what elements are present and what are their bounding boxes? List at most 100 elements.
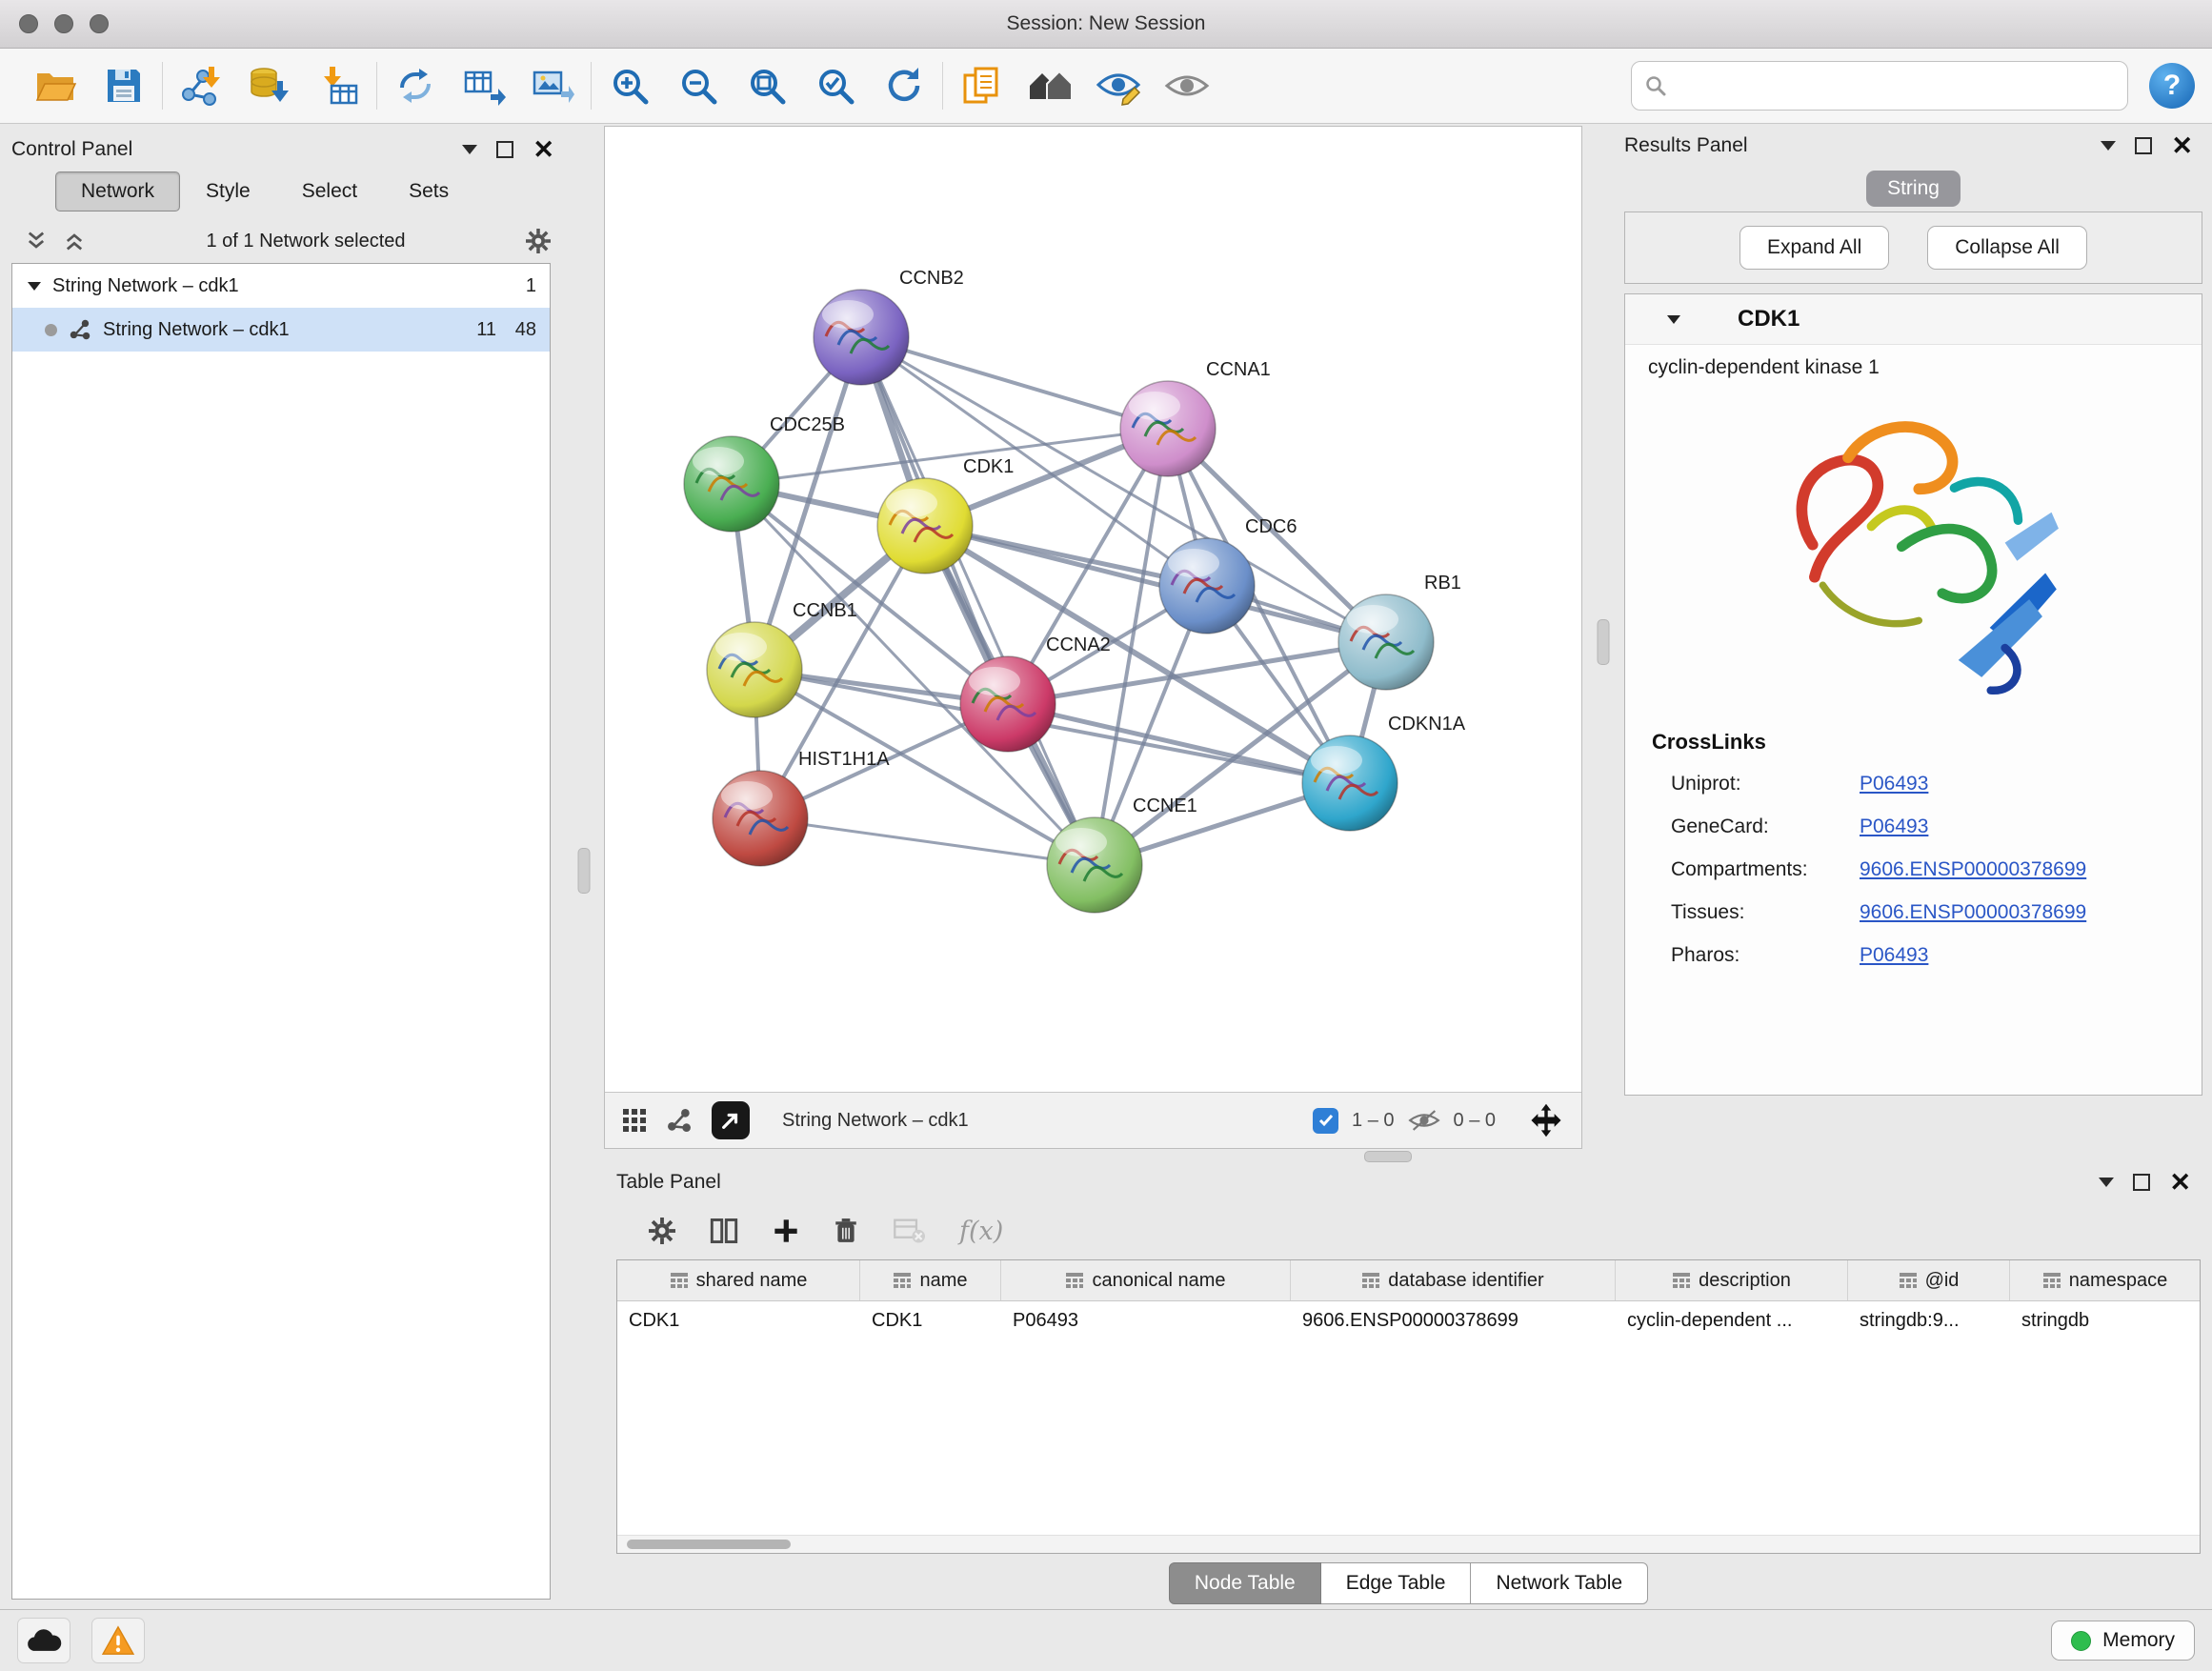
zoom-in-icon[interactable]: [607, 63, 653, 109]
edge-CDK1-RB1[interactable]: [925, 526, 1386, 642]
float-panel-icon[interactable]: [496, 141, 513, 158]
expand-all-button[interactable]: Expand All: [1739, 226, 1889, 270]
tree-expand-icon[interactable]: [28, 282, 41, 291]
tab-style[interactable]: Style: [180, 171, 276, 211]
control-panel-tabs: Network Style Select Sets: [55, 171, 564, 211]
splitter-handle[interactable]: [1364, 1151, 1412, 1162]
edge-CCNA2-CDKN1A[interactable]: [1008, 704, 1350, 783]
minimize-window-button[interactable]: [54, 14, 73, 33]
import-network-file-icon[interactable]: [178, 63, 224, 109]
grid-icon[interactable]: [622, 1108, 647, 1133]
open-in-window-icon[interactable]: [712, 1101, 750, 1139]
panel-menu-icon[interactable]: [2101, 141, 2116, 151]
column-header[interactable]: shared name: [617, 1260, 860, 1300]
save-session-icon[interactable]: [101, 63, 147, 109]
main-toolbar: ?: [0, 49, 2212, 124]
column-header[interactable]: name: [860, 1260, 1001, 1300]
close-panel-icon[interactable]: ✕: [2169, 1170, 2191, 1196]
crosslink-pharos[interactable]: P06493: [1860, 944, 1928, 967]
help-icon[interactable]: ?: [2149, 63, 2195, 109]
columns-icon[interactable]: [710, 1218, 738, 1244]
string-tab[interactable]: String: [1866, 171, 1961, 207]
import-network-database-icon[interactable]: [247, 63, 292, 109]
crosslink-label: Pharos:: [1671, 944, 1860, 967]
function-builder-icon[interactable]: f(x): [959, 1217, 1003, 1246]
node-CDK1[interactable]: CDK1: [877, 456, 1014, 574]
add-column-icon[interactable]: [773, 1218, 799, 1244]
column-header[interactable]: canonical name: [1001, 1260, 1291, 1300]
first-neighbors-icon[interactable]: [392, 63, 438, 109]
node-RB1[interactable]: RB1: [1338, 573, 1461, 690]
network-row-selected[interactable]: String Network – cdk1 11 48: [12, 308, 550, 352]
annotations-eye-icon[interactable]: [1096, 63, 1141, 109]
svg-text:CCNB1: CCNB1: [793, 600, 857, 621]
crosslink-compartments[interactable]: 9606.ENSP00000378699: [1860, 858, 2086, 881]
crosslink-genecard[interactable]: P06493: [1860, 815, 1928, 838]
edge-count: 48: [496, 319, 536, 341]
zoom-selected-icon[interactable]: [813, 63, 858, 109]
gear-icon[interactable]: [649, 1218, 675, 1244]
move-icon[interactable]: [1528, 1102, 1564, 1138]
selected-checkbox-icon[interactable]: [1313, 1108, 1338, 1134]
memory-button[interactable]: Memory: [2051, 1621, 2195, 1661]
svg-text:CCNB2: CCNB2: [899, 268, 964, 289]
svg-text:CDC6: CDC6: [1245, 516, 1297, 537]
column-header[interactable]: @id: [1848, 1260, 2010, 1300]
column-header[interactable]: description: [1616, 1260, 1848, 1300]
table-panel-title: Table Panel: [616, 1171, 721, 1194]
zoom-out-icon[interactable]: [675, 63, 721, 109]
panel-menu-icon[interactable]: [2099, 1178, 2114, 1187]
network-collection-row[interactable]: String Network – cdk1 1: [12, 264, 550, 308]
horizontal-scrollbar[interactable]: [617, 1535, 2200, 1553]
crosslink-uniprot[interactable]: P06493: [1860, 773, 1928, 795]
tab-select[interactable]: Select: [276, 171, 383, 211]
table-row[interactable]: CDK1 CDK1 P06493 9606.ENSP00000378699 cy…: [617, 1301, 2200, 1339]
hidden-eye-icon[interactable]: [1408, 1108, 1440, 1133]
import-table-file-icon[interactable]: [315, 63, 361, 109]
open-session-icon[interactable]: [32, 63, 78, 109]
node-HIST1H1A[interactable]: HIST1H1A: [713, 749, 890, 866]
close-panel-icon[interactable]: ✕: [2171, 133, 2193, 159]
float-panel-icon[interactable]: [2135, 137, 2152, 154]
export-table-icon[interactable]: [461, 63, 507, 109]
column-header[interactable]: namespace: [2010, 1260, 2200, 1300]
float-panel-icon[interactable]: [2133, 1174, 2150, 1191]
export-image-icon[interactable]: [530, 63, 575, 109]
collapse-all-button[interactable]: Collapse All: [1927, 226, 2087, 270]
search-input[interactable]: [1676, 74, 2114, 98]
zoom-fit-icon[interactable]: [744, 63, 790, 109]
network-canvas[interactable]: CCNB2CCNA1CDC25BCDK1CDC6RB1CCNB1CCNA2CDK…: [605, 127, 1581, 1092]
copy-document-icon[interactable]: [958, 63, 1004, 109]
expand-all-icon[interactable]: [63, 230, 86, 252]
node-CCNB2[interactable]: CCNB2: [814, 268, 964, 385]
refresh-icon[interactable]: [881, 63, 927, 109]
panel-menu-icon[interactable]: [462, 145, 477, 154]
graphics-details-eye-icon[interactable]: [1164, 63, 1210, 109]
collapse-all-icon[interactable]: [25, 230, 48, 252]
close-panel-icon[interactable]: ✕: [533, 137, 554, 163]
cloud-icon[interactable]: [17, 1618, 70, 1663]
close-window-button[interactable]: [19, 14, 38, 33]
splitter-handle[interactable]: [578, 848, 591, 894]
crosslink-tissues[interactable]: 9606.ENSP00000378699: [1860, 901, 2086, 924]
tab-edge-table[interactable]: Edge Table: [1321, 1562, 1472, 1604]
edge-CCNE1-HIST1H1A[interactable]: [760, 818, 1095, 865]
tab-sets[interactable]: Sets: [383, 171, 474, 211]
node-CCNB1[interactable]: CCNB1: [707, 600, 857, 717]
gear-icon[interactable]: [526, 229, 551, 253]
node-CCNA1[interactable]: CCNA1: [1120, 359, 1271, 476]
edge-CCNB2-CCNE1[interactable]: [861, 337, 1095, 865]
trash-icon[interactable]: [834, 1218, 858, 1244]
column-header[interactable]: database identifier: [1291, 1260, 1616, 1300]
tab-node-table[interactable]: Node Table: [1169, 1562, 1321, 1604]
node-CDKN1A[interactable]: CDKN1A: [1302, 714, 1466, 831]
section-collapse-icon[interactable]: [1667, 315, 1680, 324]
scrollbar-thumb[interactable]: [627, 1540, 791, 1549]
tab-network-table[interactable]: Network Table: [1471, 1562, 1648, 1604]
share-network-icon[interactable]: [666, 1107, 693, 1134]
tab-network[interactable]: Network: [55, 171, 180, 211]
home-networks-icon[interactable]: [1027, 63, 1073, 109]
zoom-window-button[interactable]: [90, 14, 109, 33]
splitter-handle[interactable]: [1598, 619, 1610, 665]
warning-icon[interactable]: [91, 1618, 145, 1663]
